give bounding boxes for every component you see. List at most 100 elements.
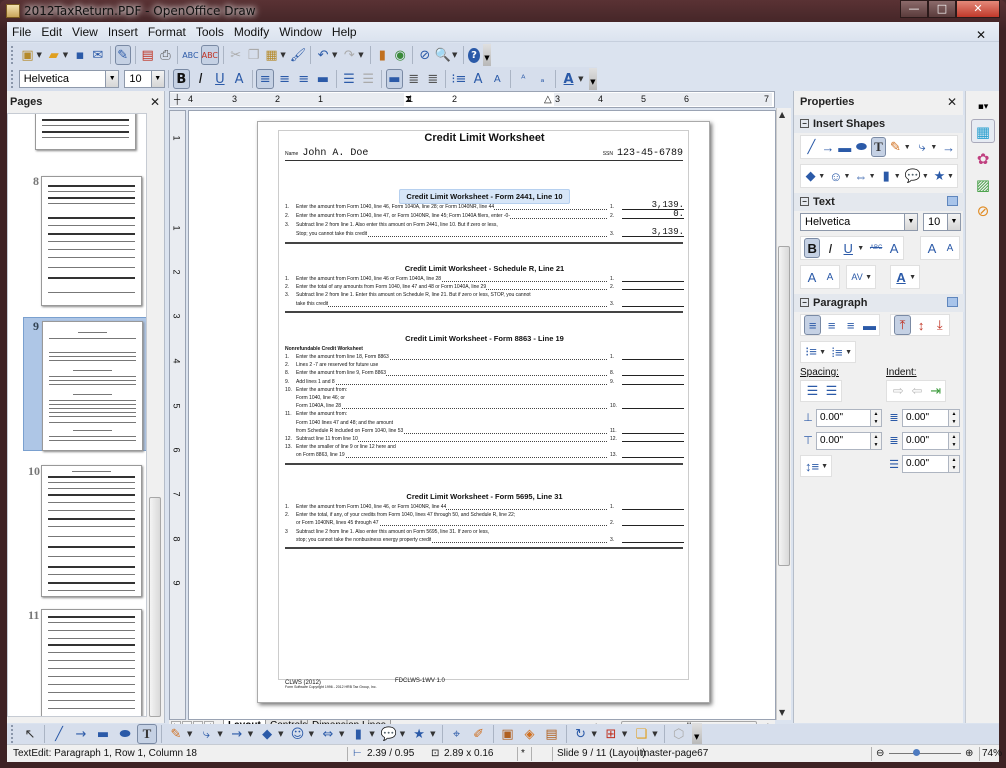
menu-format[interactable]: Format (143, 22, 191, 39)
line-spacing-1-icon[interactable]: ▬ (385, 69, 404, 89)
page-thumbnail[interactable] (41, 176, 142, 306)
redo-icon[interactable]: ↷ (341, 45, 357, 65)
rectangle-icon[interactable]: ▬ (837, 137, 852, 157)
align-bottom-icon[interactable]: ⤓ (931, 315, 948, 335)
page-thumbnail[interactable] (41, 465, 142, 597)
character-spacing-icon[interactable]: AV (850, 267, 864, 287)
ellipse-icon[interactable]: ⬬ (854, 137, 869, 157)
sidebar-font-size-combo[interactable]: 10 ▼ (923, 213, 961, 231)
spellcheck-icon[interactable]: ABC (182, 45, 198, 65)
fontwork-icon[interactable]: ▣ (498, 724, 518, 744)
line-spacing-icon[interactable]: ↕≡ (804, 456, 820, 476)
sidebar-bold-button[interactable]: B (804, 238, 821, 258)
sidebar-shadow-icon[interactable]: A (886, 238, 902, 258)
autospellcheck-icon[interactable]: ABC (200, 45, 220, 65)
points-icon[interactable]: ⌖ (447, 724, 467, 744)
cut-icon[interactable]: ✂ (228, 45, 244, 65)
basic-shapes-icon[interactable]: ◆ (804, 166, 817, 186)
flowchart-icon[interactable]: ▮ (348, 724, 368, 744)
font-color-dropdown-icon[interactable]: ▼ (578, 75, 583, 83)
vertical-ruler[interactable]: 1 1 2 3 4 5 6 7 8 9 (169, 110, 186, 720)
ssn-value[interactable]: 123-45-6789 (617, 148, 683, 159)
help-icon[interactable]: ? (468, 47, 481, 63)
bullet-list-icon[interactable]: ⁝≡ (804, 342, 818, 362)
arrow-icon[interactable]: → (821, 137, 836, 157)
basic-shapes-icon[interactable]: ◆ (257, 724, 277, 744)
align-left-icon[interactable]: ≡ (256, 69, 274, 89)
decrease-font-icon[interactable]: A (489, 69, 506, 89)
connector-icon[interactable]: ⤷ (915, 137, 930, 157)
amount-field[interactable] (622, 449, 684, 459)
increase-paragraph-spacing-icon[interactable]: ☰ (804, 381, 821, 401)
export-pdf-icon[interactable]: ▤ (140, 45, 156, 65)
bold-button[interactable]: B (172, 69, 191, 89)
text-section-header[interactable]: − Text (794, 193, 964, 211)
menu-modify[interactable]: Modify (229, 22, 274, 39)
gallery-deck-icon[interactable]: ▨ (971, 173, 995, 197)
decrease-indent-icon[interactable]: ⇦ (909, 381, 926, 401)
first-line-indent-input[interactable]: 0.00" ▲ ▼ (902, 455, 960, 473)
rectangle-icon[interactable]: ▬ (93, 724, 113, 744)
menu-view[interactable]: View (67, 22, 103, 39)
sidebar-subscript-icon[interactable]: A (822, 267, 838, 287)
italic-button[interactable]: I (192, 69, 209, 89)
increase-indent-icon[interactable]: ⇨ (890, 381, 907, 401)
chevron-down-icon[interactable]: ▼ (947, 214, 960, 230)
scrollbar-thumb[interactable] (149, 497, 161, 717)
save-icon[interactable]: ▪ (72, 45, 88, 65)
menu-file[interactable]: File (7, 22, 36, 39)
amount-field[interactable] (622, 376, 684, 385)
spin-buttons[interactable]: ▲ ▼ (948, 456, 959, 472)
zoom-in-icon[interactable]: ⊕ (965, 748, 973, 759)
styles-deck-icon[interactable]: ✿ (971, 147, 995, 171)
amount-field[interactable] (622, 501, 684, 510)
callouts-icon[interactable]: 💬 (905, 166, 921, 186)
more-options-icon[interactable] (947, 196, 958, 206)
arrange-icon[interactable]: ❏ (631, 724, 651, 744)
email-icon[interactable]: ✉ (90, 45, 106, 65)
worksheet-title[interactable]: Credit Limit Worksheet (258, 132, 711, 144)
navigator-icon[interactable]: ⊘ (417, 45, 433, 65)
above-spacing-input[interactable]: 0.00" ▲ ▼ (816, 409, 882, 427)
modified-indicator[interactable]: * (521, 748, 525, 759)
menu-tools[interactable]: Tools (191, 22, 229, 39)
increase-font-icon[interactable]: A (470, 69, 487, 89)
close-button[interactable]: ✕ (956, 0, 1000, 18)
connector-icon[interactable]: ⤷ (196, 724, 216, 744)
below-spacing-input[interactable]: 0.00" ▲ ▼ (816, 432, 882, 450)
sidebar-menu-icon[interactable]: ▪▾ (971, 95, 995, 119)
paragraph-section-header[interactable]: − Paragraph (794, 294, 964, 312)
pages-scrollbar[interactable] (148, 113, 162, 717)
amount-field[interactable]: 0. (622, 210, 684, 219)
print-icon[interactable]: ⎙ (158, 45, 174, 65)
justify-icon[interactable]: ▬ (314, 69, 331, 89)
toolbar-grip[interactable] (11, 46, 15, 64)
maximize-button[interactable]: □ (928, 0, 956, 18)
align-top-icon[interactable]: ⤒ (894, 315, 911, 335)
before-indent-input[interactable]: 0.00" ▲ ▼ (902, 409, 960, 427)
sidebar-align-center-icon[interactable]: ≡ (823, 315, 840, 335)
copy-icon[interactable]: ❐ (246, 45, 262, 65)
amount-field[interactable] (622, 351, 684, 360)
chevron-down-icon[interactable]: ▼ (105, 71, 119, 87)
right-indent-marker-icon[interactable]: △ (544, 94, 552, 105)
block-arrows-icon[interactable]: ⇔ (854, 166, 867, 186)
scroll-up-icon[interactable]: ▲ (779, 110, 785, 119)
freeform-icon[interactable]: ✎ (166, 724, 186, 744)
spin-buttons[interactable]: ▲ ▼ (870, 433, 881, 449)
line-icon[interactable]: ╱ (49, 724, 69, 744)
sidebar-align-right-icon[interactable]: ≡ (842, 315, 859, 335)
zoom-dropdown-icon[interactable]: ▼ (452, 51, 457, 59)
amount-field[interactable]: 3,139. (622, 228, 684, 237)
amount-field[interactable] (622, 517, 684, 527)
symbol-shapes-icon[interactable]: ☺ (288, 724, 308, 744)
ellipse-icon[interactable]: ⬬ (115, 724, 135, 744)
insert-shapes-section-header[interactable]: − Insert Shapes (794, 115, 964, 133)
amount-field[interactable] (622, 298, 684, 307)
shrink-font-icon[interactable]: A (942, 238, 958, 258)
block-arrows-icon[interactable]: ⇔ (318, 724, 338, 744)
text-tool-icon[interactable]: T (870, 137, 887, 157)
close-pages-panel-icon[interactable]: ✕ (150, 95, 160, 109)
new-dropdown-icon[interactable]: ▼ (36, 51, 41, 59)
superscript-icon[interactable]: ᴬ (515, 69, 532, 89)
